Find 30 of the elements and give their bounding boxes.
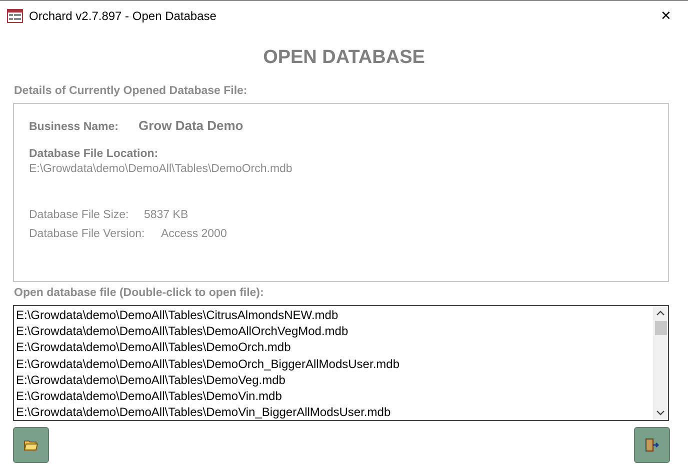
- section-label: Open database file (Double-click to open file):: [14, 287, 265, 301]
- scrollbar[interactable]: [653, 306, 668, 420]
- scroll-down-icon[interactable]: [656, 410, 665, 416]
- file-list-item[interactable]: E:\Growdata\demo\DemoAll\Tables\DemoVeg.mdb: [16, 372, 651, 388]
- window-title: Orchard v2.7.897 - Open Database: [29, 8, 216, 22]
- exit-button[interactable]: [634, 427, 670, 463]
- file-list-item[interactable]: E:\Growdata\demo\DemoAll\Tables\DemoAllOrchVegMod.mdb: [16, 323, 651, 340]
- file-list-item[interactable]: E:\Growdata\demo\DemoAll\Tables\DemoVin_BiggerAllModsUser.mdb: [16, 404, 651, 420]
- section-label: Details of Currently Opened Database File:: [14, 85, 248, 99]
- file-version: Access 2000: [161, 228, 227, 240]
- field-label: Database File Location:: [29, 148, 158, 160]
- file-list[interactable]: [13, 305, 669, 421]
- file-list-item[interactable]: E:\Growdata\demo\DemoAll\Tables\CitrusAlmondsNEW.mdb: [16, 307, 651, 324]
- field-label: Database File Version:: [29, 228, 146, 240]
- close-button[interactable]: ✕: [644, 1, 688, 30]
- folder-icon: [24, 439, 38, 451]
- exit-door-icon: [645, 438, 659, 452]
- field-label: Database File Size:: [29, 209, 130, 221]
- file-size: 5837 KB: [144, 209, 188, 221]
- scroll-thumb[interactable]: [654, 321, 666, 335]
- open-folder-button[interactable]: [13, 427, 49, 463]
- file-location: E:\Growdata\demo\DemoAll\Tables\DemoOrch.mdb: [29, 163, 292, 175]
- file-list-item[interactable]: E:\Growdata\demo\DemoAll\Tables\DemoVin.mdb: [16, 388, 651, 404]
- file-list-item[interactable]: E:\Growdata\demo\DemoAll\Tables\DemoOrch.mdb: [16, 339, 651, 356]
- business-name: Grow Data Demo: [138, 118, 244, 133]
- app-icon: [7, 8, 23, 22]
- page-heading: OPEN DATABASE: [262, 47, 426, 70]
- file-list-item[interactable]: E:\Growdata\demo\DemoAll\Tables\DemoOrch_BiggerAllModsUser.mdb: [16, 356, 651, 372]
- field-label: Business Name:: [29, 121, 118, 133]
- scroll-up-icon[interactable]: [656, 310, 665, 316]
